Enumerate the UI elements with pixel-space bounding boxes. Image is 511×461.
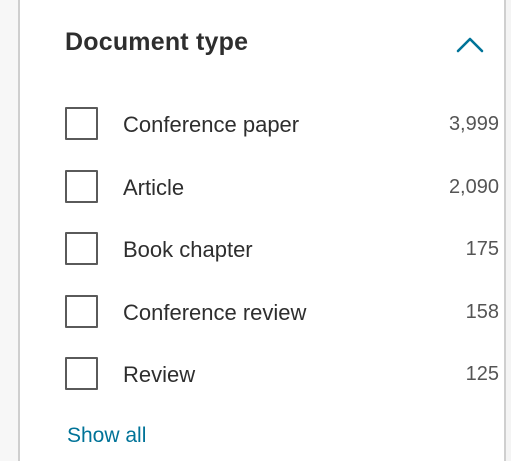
option-label: Book chapter bbox=[123, 237, 253, 262]
checkbox[interactable] bbox=[65, 107, 98, 140]
collapse-button[interactable] bbox=[454, 30, 486, 58]
option-label: Conference paper bbox=[123, 112, 300, 137]
filter-option-conference-paper[interactable]: Conference paper 3,999 bbox=[65, 100, 505, 163]
show-all-link[interactable]: Show all bbox=[67, 424, 146, 448]
checkbox[interactable] bbox=[65, 357, 98, 390]
filter-option-review[interactable]: Review 125 bbox=[65, 350, 505, 413]
option-count: 125 bbox=[465, 363, 499, 385]
option-count: 3,999 bbox=[448, 113, 499, 135]
filter-option-conference-review[interactable]: Conference review 158 bbox=[65, 288, 505, 351]
filter-option-book-chapter[interactable]: Book chapter 175 bbox=[65, 225, 505, 288]
option-label: Review bbox=[123, 362, 196, 387]
filter-title: Document type bbox=[65, 28, 249, 56]
page-background bbox=[0, 0, 18, 461]
option-count: 2,090 bbox=[448, 175, 499, 198]
option-label: Conference review bbox=[123, 299, 307, 325]
chevron-up-icon bbox=[456, 37, 484, 53]
document-type-filter-panel: Document type Conference paper 3,999 Art… bbox=[18, 0, 506, 461]
filter-options-list: Conference paper 3,999 Article 2,090 Boo… bbox=[65, 100, 505, 413]
option-label: Article bbox=[123, 174, 185, 200]
checkbox[interactable] bbox=[65, 169, 98, 203]
filter-option-article[interactable]: Article 2,090 bbox=[65, 163, 505, 226]
filter-header: Document type bbox=[65, 24, 492, 68]
option-count: 175 bbox=[465, 238, 499, 260]
option-count: 158 bbox=[465, 300, 499, 323]
checkbox[interactable] bbox=[65, 232, 98, 265]
checkbox[interactable] bbox=[65, 294, 98, 328]
